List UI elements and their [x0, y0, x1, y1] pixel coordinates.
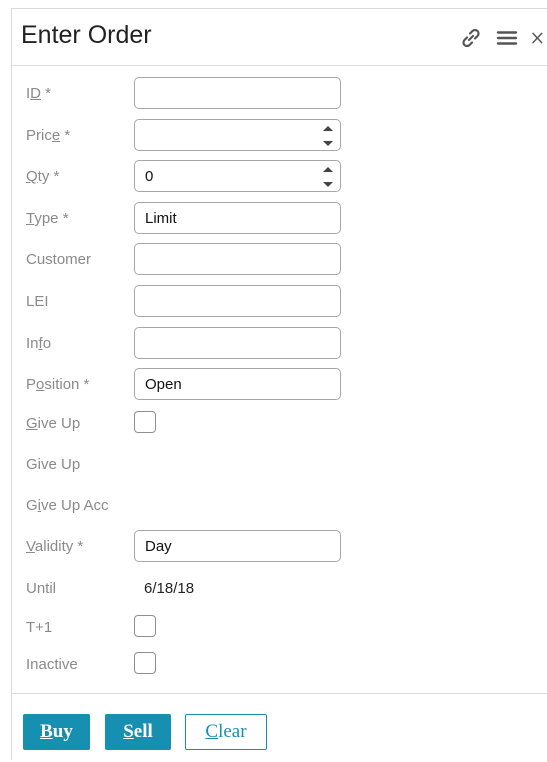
validity-label: Validity *: [26, 538, 84, 555]
spin-up-icon: [323, 167, 333, 172]
inactive-label: Inactive: [26, 656, 78, 673]
buy-button[interactable]: Buy: [23, 714, 90, 750]
position-row: Position *: [12, 368, 547, 402]
menu-icon[interactable]: [495, 26, 519, 50]
until-value: 6/18/18: [144, 580, 195, 597]
info-label: Info: [26, 335, 52, 352]
spin-down-icon: [323, 182, 333, 187]
header-icons: [447, 26, 547, 50]
close-icon[interactable]: [531, 26, 547, 50]
info-input[interactable]: [134, 327, 341, 359]
type-input[interactable]: [134, 202, 341, 234]
type-label: Type *: [26, 210, 69, 227]
panel-footer: Buy Sell Clear: [12, 693, 547, 762]
position-label: Position *: [26, 376, 90, 393]
enter-order-panel: Enter Order ID * Price * Qty * 0 Type * …: [11, 8, 547, 760]
link-icon[interactable]: [459, 26, 483, 50]
price-input[interactable]: [134, 119, 341, 151]
panel-title: Enter Order: [21, 21, 152, 49]
id-row: ID *: [12, 77, 547, 111]
validity-input[interactable]: [134, 530, 341, 562]
t-plus-1-row: T+1: [12, 611, 547, 645]
t-plus-1-checkbox[interactable]: [134, 615, 156, 637]
inactive-row: Inactive: [12, 648, 547, 682]
lei-label: LEI: [26, 293, 49, 310]
until-row: Until 6/18/18: [12, 572, 547, 606]
price-label: Price *: [26, 127, 71, 144]
lei-row: LEI: [12, 285, 547, 319]
give-up-checkbox-row: Give Up: [12, 407, 547, 441]
validity-row: Validity *: [12, 530, 547, 564]
give-up-row: Give Up: [12, 448, 547, 482]
inactive-checkbox[interactable]: [134, 652, 156, 674]
qty-value: 0: [145, 168, 154, 185]
price-row: Price *: [12, 119, 547, 153]
until-label: Until: [26, 580, 57, 597]
spin-down-icon: [323, 141, 333, 146]
qty-label: Qty *: [26, 168, 60, 185]
price-spinner[interactable]: [322, 123, 334, 149]
t-plus-1-label: T+1: [26, 619, 53, 636]
qty-spinner[interactable]: [322, 164, 334, 190]
id-input[interactable]: [134, 77, 341, 109]
clear-button[interactable]: Clear: [185, 714, 267, 750]
give-up-label: Give Up: [26, 456, 81, 473]
panel-header: Enter Order: [12, 9, 547, 66]
position-input[interactable]: [134, 368, 341, 400]
qty-row: Qty * 0: [12, 160, 547, 194]
give-up-checkbox[interactable]: [134, 411, 156, 433]
give-up-checkbox-label: Give Up: [26, 415, 81, 432]
qty-input[interactable]: 0: [134, 160, 341, 192]
give-up-acc-label: Give Up Acc: [26, 497, 109, 514]
customer-label: Customer: [26, 251, 92, 268]
type-row: Type *: [12, 202, 547, 236]
lei-input[interactable]: [134, 285, 341, 317]
info-row: Info: [12, 327, 547, 361]
sell-button[interactable]: Sell: [105, 714, 171, 750]
spin-up-icon: [323, 126, 333, 131]
give-up-acc-row: Give Up Acc: [12, 489, 547, 523]
customer-input[interactable]: [134, 243, 341, 275]
id-label: ID *: [26, 85, 52, 102]
customer-row: Customer: [12, 243, 547, 277]
